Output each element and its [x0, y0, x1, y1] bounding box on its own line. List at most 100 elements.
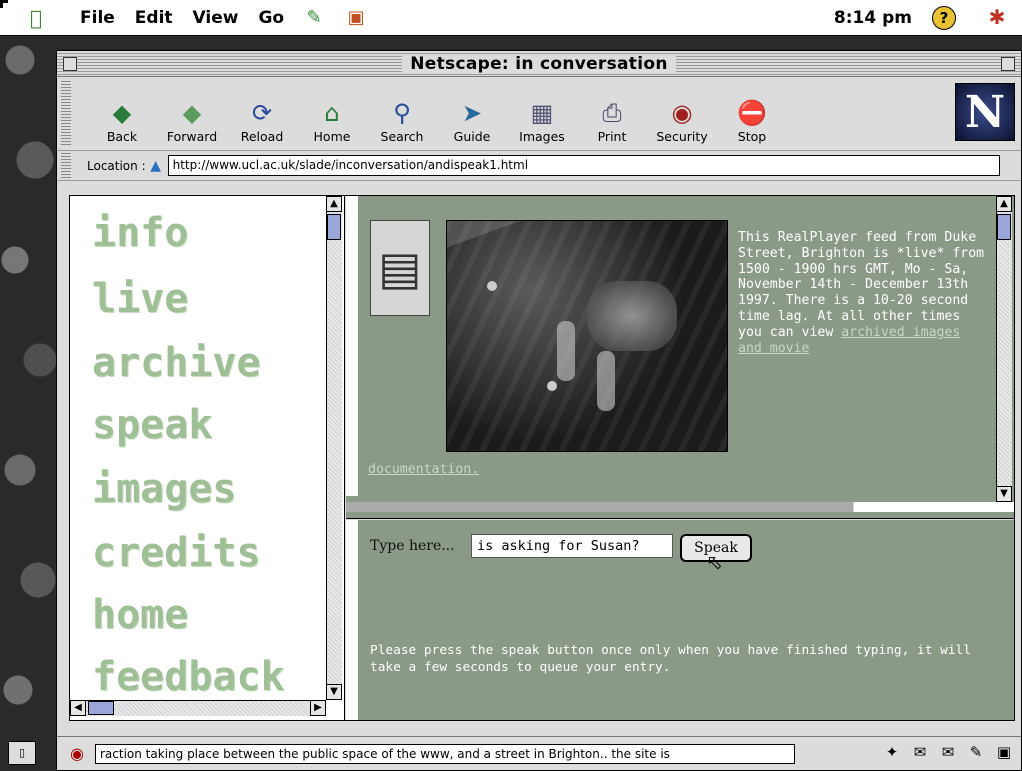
speak-input[interactable]	[471, 534, 673, 558]
page-proxy-icon[interactable]: ▲	[146, 158, 166, 174]
video-car-shape	[587, 281, 677, 351]
video-frame-scrollbar[interactable]: ▲ ▼	[996, 196, 1012, 502]
video-figure-shape	[557, 321, 575, 381]
location-bar: Location : ▲ http://www.ucl.ac.uk/slade/…	[57, 151, 1021, 181]
nav-horizontal-scrollbar[interactable]: ◀ ▶	[70, 700, 326, 716]
mail-icon[interactable]: ✉	[909, 743, 931, 761]
nav-link-speak[interactable]: speak	[92, 402, 212, 448]
nav-link-images[interactable]: images	[92, 466, 237, 512]
page-content: info live archive speak images credits h…	[69, 195, 1015, 721]
back-label: Back	[106, 129, 138, 144]
title-bar[interactable]: Netscape: in conversation	[57, 51, 1021, 77]
script-menu-icon[interactable]: ▣	[344, 7, 368, 29]
netscape-logo-icon[interactable]: N	[955, 83, 1015, 141]
browser-window: Netscape: in conversation ◆ Back ◆ Forwa…	[56, 50, 1022, 771]
scroll-down-arrow-icon[interactable]: ▼	[326, 684, 342, 700]
scroll-right-arrow-icon[interactable]: ▶	[310, 700, 326, 716]
apple-menu-icon[interactable]: 	[30, 6, 60, 30]
collapse-icon[interactable]: ▣	[993, 743, 1015, 761]
zoom-box[interactable]	[1001, 57, 1015, 71]
navigator-icon[interactable]: ✦	[881, 743, 903, 761]
nav-link-home[interactable]: home	[92, 592, 188, 638]
guide-icon: ➤	[461, 99, 483, 127]
realplayer-video-feed[interactable]	[446, 220, 728, 452]
reload-icon: ⟳	[251, 99, 273, 127]
security-label: Security	[656, 129, 708, 144]
help-icon[interactable]: ?	[932, 6, 956, 30]
scroll-left-arrow-icon[interactable]: ◀	[70, 700, 86, 716]
menu-bar:  File Edit View Go ✎ ▣ 8:14 pm ? ✱	[0, 0, 1022, 36]
print-icon: ⎙	[602, 99, 622, 127]
guide-label: Guide	[453, 129, 491, 144]
nav-vertical-scrollbar[interactable]: ▲ ▼	[326, 196, 342, 700]
component-bar: ✦ ✉ ✉ ✎ ▣	[881, 743, 1015, 761]
security-lock-icon[interactable]: ◉	[65, 744, 89, 763]
navigation-toolbar: ◆ Back ◆ Forward ⟳ Reload ⌂ Home ⚲ Searc…	[57, 77, 1021, 151]
application-menu-icon[interactable]: ✱	[984, 5, 1010, 31]
menu-clock[interactable]: 8:14 pm	[834, 8, 912, 28]
status-bar: ◉ raction taking place between the publi…	[57, 736, 1021, 770]
feed-description-text: This RealPlayer feed from Duke Street, B…	[738, 230, 985, 340]
scroll-thumb[interactable]	[997, 214, 1011, 240]
reload-label: Reload	[240, 129, 284, 144]
video-light-shape	[547, 381, 557, 391]
location-label: Location :	[87, 158, 146, 173]
search-button[interactable]: ⚲ Search	[367, 84, 437, 150]
frame-divider	[346, 502, 1014, 512]
status-text: raction taking place between the public …	[95, 743, 795, 764]
menu-edit[interactable]: Edit	[135, 8, 173, 28]
images-icon: ▦	[530, 99, 554, 127]
discussion-icon[interactable]: ✉	[937, 743, 959, 761]
video-figure-shape	[597, 351, 615, 411]
screen-corner	[0, 0, 8, 8]
nav-link-info[interactable]: info	[92, 210, 188, 256]
pencil-icon[interactable]: ✎	[302, 7, 326, 29]
volume-slider-icon[interactable]: ▤	[370, 220, 430, 316]
scroll-up-arrow-icon[interactable]: ▲	[326, 196, 342, 212]
nav-link-archive[interactable]: archive	[92, 340, 261, 386]
back-arrow-icon: ◆	[112, 99, 132, 127]
toolbar-grip[interactable]	[61, 81, 71, 146]
url-field[interactable]: http://www.ucl.ac.uk/slade/inconversatio…	[167, 155, 1000, 176]
video-light-shape	[487, 281, 497, 291]
nav-link-feedback[interactable]: feedback	[92, 654, 285, 700]
menu-go[interactable]: Go	[258, 8, 284, 28]
stop-button[interactable]: ⛔ Stop	[717, 84, 787, 150]
home-label: Home	[313, 129, 351, 144]
location-grip[interactable]	[61, 153, 71, 178]
security-lock-icon: ◉	[671, 99, 693, 127]
scroll-up-arrow-icon[interactable]: ▲	[996, 196, 1012, 212]
speak-frame: Type here... Speak ⬁ Please press the sp…	[346, 520, 1014, 720]
images-button[interactable]: ▦ Images	[507, 84, 577, 150]
type-prompt: Type here...	[370, 538, 455, 554]
frame-margin	[346, 520, 358, 720]
security-button[interactable]: ◉ Security	[647, 84, 717, 150]
documentation-link[interactable]: documentation.	[368, 462, 479, 477]
scroll-thumb[interactable]	[327, 214, 341, 240]
guide-button[interactable]: ➤ Guide	[437, 84, 507, 150]
close-box[interactable]	[63, 57, 77, 71]
scroll-down-arrow-icon[interactable]: ▼	[996, 486, 1012, 502]
nav-link-credits[interactable]: credits	[92, 530, 261, 576]
video-frame: ▤ This RealPlayer feed from Duke Street,…	[346, 196, 1014, 519]
print-button[interactable]: ⎙ Print	[577, 84, 647, 150]
forward-label: Forward	[166, 129, 218, 144]
hscroll-thumb[interactable]	[88, 701, 114, 715]
images-label: Images	[519, 129, 565, 144]
frame-margin	[346, 196, 358, 496]
reload-button[interactable]: ⟳ Reload	[227, 84, 297, 150]
back-button[interactable]: ◆ Back	[87, 84, 157, 150]
nav-frame: info live archive speak images credits h…	[70, 196, 345, 720]
speak-instructions: Please press the speak button once only …	[370, 643, 971, 675]
window-title: Netscape: in conversation	[402, 53, 676, 74]
forward-button[interactable]: ◆ Forward	[157, 84, 227, 150]
home-icon: ⌂	[324, 99, 340, 127]
menu-file[interactable]: File	[80, 8, 115, 28]
forward-arrow-icon: ◆	[182, 99, 202, 127]
composer-icon[interactable]: ✎	[965, 743, 987, 761]
search-label: Search	[380, 129, 424, 144]
nav-link-live[interactable]: live	[92, 276, 188, 322]
menu-view[interactable]: View	[193, 8, 239, 28]
desktop-document-icon[interactable]: ▯	[8, 741, 36, 765]
home-button[interactable]: ⌂ Home	[297, 84, 367, 150]
